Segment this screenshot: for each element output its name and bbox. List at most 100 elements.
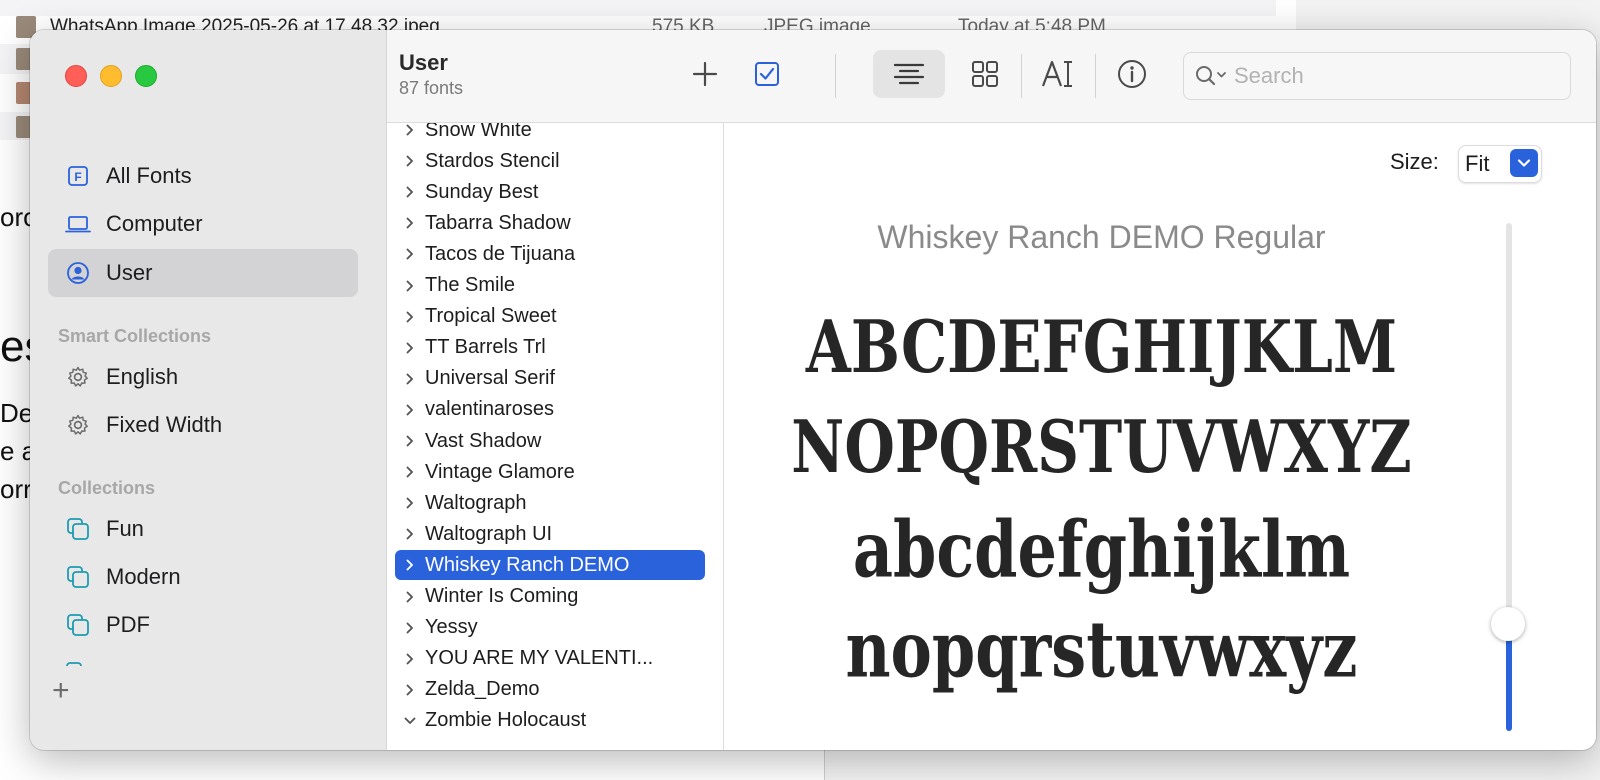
font-family-name: The Smile xyxy=(425,274,516,296)
user-icon xyxy=(64,259,92,287)
validate-fonts-button[interactable] xyxy=(745,50,789,98)
collection-icon xyxy=(64,515,92,543)
specimen-uppercase-line: NOPQRSTUVWXYZ xyxy=(791,404,1412,490)
chevron-right-icon[interactable] xyxy=(395,154,425,168)
font-list-item[interactable]: Zombie Holocaust xyxy=(395,706,705,736)
chevron-right-icon[interactable] xyxy=(395,683,425,697)
chevron-right-icon[interactable] xyxy=(395,527,425,541)
font-list-item[interactable]: YOU ARE MY VALENTI... xyxy=(395,644,705,674)
chevron-right-icon[interactable] xyxy=(395,621,425,635)
chevron-right-icon[interactable] xyxy=(395,496,425,510)
font-info-button[interactable] xyxy=(1109,50,1155,98)
add-collection-button[interactable]: + xyxy=(52,676,70,706)
chevron-right-icon[interactable] xyxy=(395,465,425,479)
document-text: orr xyxy=(0,474,32,504)
search-input[interactable] xyxy=(1232,62,1556,90)
smart-collections-heading: Smart Collections xyxy=(58,326,212,346)
document-text: De xyxy=(0,398,34,428)
font-list-item[interactable]: Yessy xyxy=(395,613,705,643)
sidebar-item-fixed-width[interactable]: Fixed Width xyxy=(48,401,358,449)
sidebar-item-modern[interactable]: Modern xyxy=(48,553,358,601)
font-list-item[interactable]: Waltograph UI xyxy=(395,519,705,549)
chevron-right-icon[interactable] xyxy=(395,403,425,417)
chevron-right-icon[interactable] xyxy=(395,310,425,324)
sidebar-item-user[interactable]: User xyxy=(48,249,358,297)
size-popup-button[interactable]: Fit xyxy=(1458,145,1542,183)
chevron-right-icon[interactable] xyxy=(395,279,425,293)
zoom-window-button[interactable] xyxy=(135,65,157,87)
sidebar: F All Fonts Computer User Smart Collecti… xyxy=(30,30,387,750)
font-list-item[interactable]: Whiskey Ranch DEMO xyxy=(395,550,705,581)
font-family-name: Zelda_Demo xyxy=(425,678,540,701)
font-list-item[interactable]: Zelda_Demo xyxy=(395,675,705,705)
sidebar-item-label: Fixed Width xyxy=(106,412,223,437)
font-list-item[interactable]: Stardos Stencil xyxy=(395,146,705,176)
font-list-item[interactable]: Vintage Glamore xyxy=(395,457,705,487)
sidebar-item-label: English xyxy=(106,364,179,389)
grid-icon xyxy=(972,61,998,87)
laptop-icon xyxy=(64,210,92,238)
chevron-down-icon[interactable] xyxy=(395,714,425,728)
font-family-name: Zombie Holocaust xyxy=(425,709,587,732)
size-slider-knob[interactable] xyxy=(1491,607,1525,641)
sidebar-item-all-fonts[interactable]: F All Fonts xyxy=(48,152,358,200)
font-list-item[interactable]: TT Barrels Trl xyxy=(395,333,705,363)
font-list-item[interactable]: Tabarra Shadow xyxy=(395,208,705,238)
font-list-item[interactable]: valentinaroses xyxy=(395,395,705,425)
font-list-item[interactable]: The Smile xyxy=(395,271,705,301)
add-fonts-button[interactable] xyxy=(683,50,727,98)
font-family-name: Waltograph UI xyxy=(425,522,553,545)
collection-icon xyxy=(64,611,92,639)
all-fonts-icon: F xyxy=(64,162,92,190)
checkbox-checked-icon xyxy=(755,62,779,86)
toolbar-divider xyxy=(835,54,836,98)
custom-preview-button[interactable] xyxy=(1035,50,1081,98)
sidebar-item-pdf[interactable]: PDF xyxy=(48,601,358,649)
chevron-right-icon[interactable] xyxy=(395,185,425,199)
toolbar-divider xyxy=(1021,54,1022,98)
font-preview-pane: Size: Fit Whiskey Ranch DEMO Regular ABC… xyxy=(724,123,1596,750)
chevron-right-icon[interactable] xyxy=(395,216,425,230)
chevron-right-icon[interactable] xyxy=(395,434,425,448)
search-icon xyxy=(1194,64,1228,88)
font-list-item[interactable]: Winter Is Coming xyxy=(395,582,705,612)
grid-view-button[interactable] xyxy=(963,50,1007,98)
sidebar-item-computer[interactable]: Computer xyxy=(48,200,358,248)
chevron-right-icon[interactable] xyxy=(395,590,425,604)
sidebar-item-english[interactable]: English xyxy=(48,353,358,401)
font-book-window: F All Fonts Computer User Smart Collecti… xyxy=(30,30,1596,750)
font-family-name: YOU ARE MY VALENTI... xyxy=(425,647,654,670)
sidebar-item-fun[interactable]: Fun xyxy=(48,505,358,553)
collection-icon xyxy=(64,563,92,591)
minimize-window-button[interactable] xyxy=(100,65,122,87)
search-field[interactable] xyxy=(1183,52,1571,100)
font-family-name: Universal Serif xyxy=(425,367,556,390)
font-list-item[interactable]: Vast Shadow xyxy=(395,426,705,456)
sample-view-button[interactable] xyxy=(873,50,945,98)
chevron-right-icon[interactable] xyxy=(395,341,425,355)
font-list-item[interactable]: Waltograph xyxy=(395,488,705,518)
sidebar-item-label: Computer xyxy=(106,211,203,236)
font-family-name: Tabarra Shadow xyxy=(425,211,571,234)
gear-icon xyxy=(64,411,92,439)
font-family-name: valentinaroses xyxy=(425,398,554,421)
sidebar-item-label: PDF xyxy=(106,612,150,637)
chevron-right-icon[interactable] xyxy=(395,558,425,572)
font-family-name: Snow White xyxy=(425,123,532,141)
font-list-item[interactable]: Snow White xyxy=(395,123,705,145)
font-list-item[interactable]: Universal Serif xyxy=(395,364,705,394)
chevron-right-icon[interactable] xyxy=(395,372,425,386)
chevron-right-icon[interactable] xyxy=(395,247,425,261)
font-count: 87 fonts xyxy=(399,78,464,98)
close-window-button[interactable] xyxy=(65,65,87,87)
font-list-item[interactable]: Tacos de Tijuana xyxy=(395,239,705,269)
chevron-right-icon[interactable] xyxy=(395,652,425,666)
font-list-item[interactable]: Tropical Sweet xyxy=(395,302,705,332)
font-list-item[interactable]: Sunday Best xyxy=(395,177,705,207)
text-cursor-icon xyxy=(1041,60,1072,87)
font-family-name: TT Barrels Trl xyxy=(425,336,546,359)
font-family-name: Whiskey Ranch DEMO xyxy=(425,553,630,576)
font-family-name: Stardos Stencil xyxy=(425,149,560,172)
size-label: Size: xyxy=(1390,149,1439,174)
chevron-right-icon[interactable] xyxy=(395,123,425,137)
